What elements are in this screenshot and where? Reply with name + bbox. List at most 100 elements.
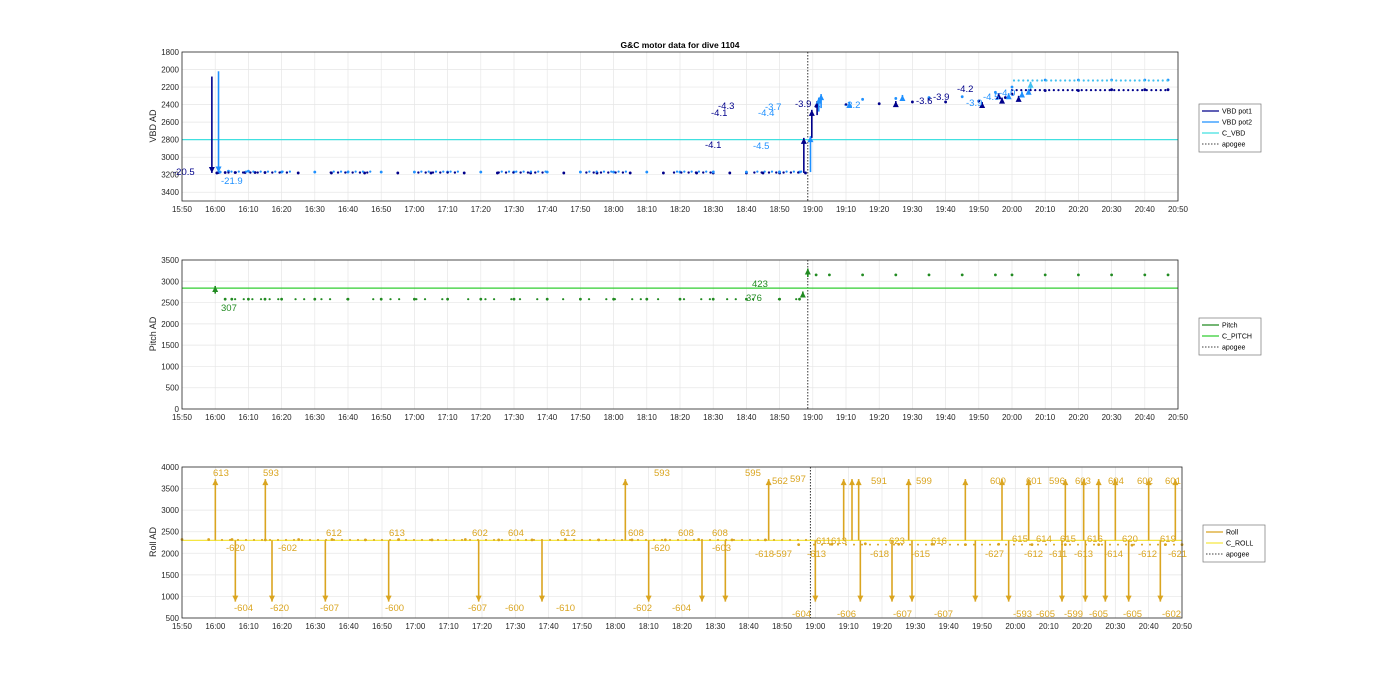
data-point — [725, 538, 727, 541]
y-tick-label: 3500 — [161, 256, 179, 265]
roll-down-label: -603 — [712, 543, 731, 554]
data-point — [296, 171, 300, 175]
x-tick-label: 16:00 — [205, 413, 226, 422]
legend-label: apogee — [1222, 345, 1245, 352]
data-point — [628, 171, 632, 175]
vbd-data-label: -3.9 — [933, 92, 949, 103]
data-point — [697, 170, 701, 173]
data-point — [777, 298, 781, 301]
roll-down-label: -618 — [870, 549, 889, 560]
data-point — [709, 171, 712, 174]
data-point — [1075, 89, 1079, 92]
data-point — [234, 171, 237, 174]
arrow-head — [1095, 479, 1102, 486]
data-point — [341, 538, 343, 541]
data-point — [389, 298, 392, 301]
vbd-data-label: -4.3 — [718, 101, 734, 112]
data-point — [800, 170, 803, 173]
data-point — [637, 538, 639, 541]
vbd-data-label: -4.5 — [753, 141, 769, 152]
data-point — [379, 297, 383, 301]
roll-down-label: -611 — [1049, 549, 1067, 560]
data-point — [1068, 79, 1071, 82]
vbd-grid — [181, 51, 1179, 201]
arrow-head — [818, 94, 825, 101]
data-point — [479, 297, 483, 301]
y-tick-label: 500 — [166, 384, 180, 393]
legend-label: VBD pot1 — [1222, 109, 1252, 116]
data-point — [733, 538, 735, 541]
y-tick-label: 2800 — [161, 136, 179, 145]
roll-up-label: 595 — [745, 468, 761, 479]
data-point — [1094, 89, 1097, 92]
data-point — [656, 298, 660, 301]
data-point — [512, 171, 515, 174]
x-tick-label: 16:40 — [338, 413, 359, 422]
data-point — [1127, 89, 1130, 92]
data-point — [526, 171, 530, 174]
data-point — [445, 538, 447, 541]
data-point — [1133, 79, 1136, 82]
data-point — [1110, 79, 1113, 82]
data-point — [973, 543, 975, 546]
arrow-head — [269, 595, 275, 602]
data-point — [877, 543, 879, 546]
data-point — [765, 538, 767, 541]
data-point — [685, 538, 687, 541]
data-point — [357, 538, 359, 541]
data-point — [1105, 79, 1109, 82]
data-point — [814, 273, 818, 277]
data-point — [237, 170, 240, 173]
y-tick-label: 1500 — [161, 341, 179, 350]
roll-panel: 613 593612 613 602 604 612 608593608 608595562 5… — [148, 463, 1266, 631]
x-tick-label: 20:00 — [1005, 622, 1026, 631]
data-point — [1150, 89, 1153, 92]
data-point — [424, 171, 427, 174]
arrow-head — [212, 479, 219, 486]
data-point — [467, 298, 470, 301]
x-tick-label: 15:50 — [172, 413, 193, 422]
data-point — [479, 170, 483, 174]
data-point — [610, 170, 613, 173]
data-point — [339, 170, 343, 173]
x-tick-label: 20:00 — [1002, 205, 1023, 214]
data-point — [249, 171, 252, 174]
roll-up-label: 623 — [889, 536, 905, 547]
data-point — [223, 171, 227, 174]
y-tick-label: 2000 — [161, 66, 179, 75]
legend-label: VBD pot2 — [1222, 120, 1252, 127]
roll-up-label: 596 — [1049, 476, 1065, 487]
data-point — [1087, 79, 1090, 82]
y-tick-label: 1800 — [161, 48, 179, 57]
roll-ylabel: Roll AD — [148, 526, 158, 557]
arrow-head — [699, 595, 705, 602]
data-point — [537, 170, 540, 173]
data-point — [1145, 89, 1148, 92]
x-tick-label: 19:00 — [805, 622, 826, 631]
data-point — [1031, 79, 1034, 82]
data-point — [1064, 79, 1067, 82]
data-point — [989, 543, 991, 546]
x-tick-label: 17:40 — [537, 205, 558, 214]
data-point — [1071, 89, 1074, 92]
data-point — [271, 171, 274, 174]
data-point — [960, 95, 964, 99]
data-point — [545, 297, 549, 301]
y-tick-label: 1000 — [161, 592, 179, 601]
x-tick-label: 16:20 — [272, 205, 293, 214]
data-point — [1110, 273, 1113, 277]
roll-down-label: -602 — [633, 603, 652, 614]
x-tick-label: 16:50 — [371, 205, 392, 214]
data-point — [1077, 79, 1081, 82]
data-point — [453, 171, 457, 174]
arrow-head — [322, 595, 329, 602]
data-point — [763, 170, 766, 173]
x-tick-label: 18:30 — [703, 205, 724, 214]
roll-down-label: -627 — [985, 549, 1004, 560]
data-point — [1166, 79, 1169, 82]
data-point — [525, 538, 527, 541]
data-point — [1062, 89, 1065, 92]
data-point — [313, 170, 317, 174]
x-tick-label: 20:20 — [1068, 205, 1089, 214]
data-point — [252, 170, 255, 173]
